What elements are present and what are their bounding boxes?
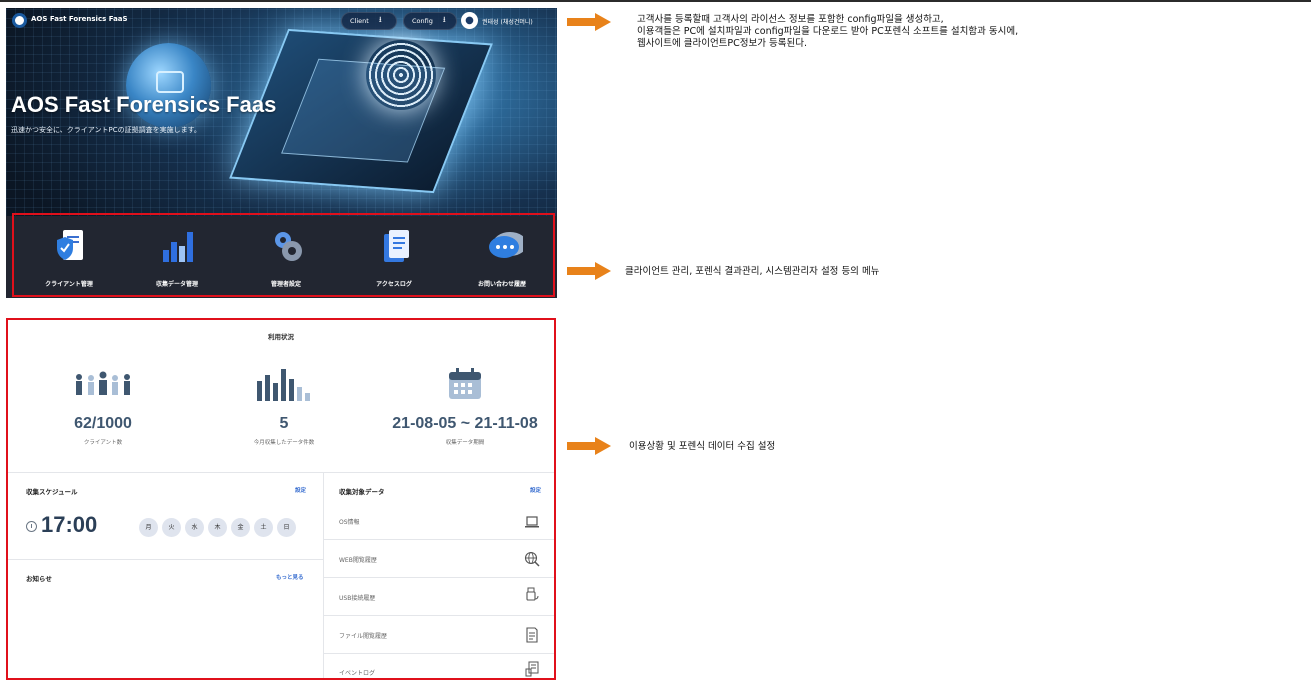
client-button-label: Client — [350, 17, 369, 25]
annotation-arrow-icon — [567, 262, 611, 280]
brand-name[interactable]: AOS Fast Forensics FaaS — [31, 15, 128, 23]
top-rule — [0, 0, 1311, 2]
download-icon: ⭳ — [378, 15, 382, 24]
download-icon: ⭳ — [442, 15, 446, 24]
config-button-label: Config — [412, 17, 433, 25]
brand-logo-icon[interactable] — [12, 13, 27, 28]
orb-screen-icon — [156, 71, 184, 93]
annotation-note: 클라이언트 관리, 포렌식 결과관리, 시스템관리자 설정 등의 메뉴 — [625, 266, 880, 277]
dashboard-highlight-box — [6, 318, 556, 680]
annotation-arrow-icon — [567, 437, 611, 455]
hero-subtitle: 迅速かつ安全に、クライアントPCの証拠調査を実施します。 — [11, 126, 201, 134]
annotation-line: 이용객들은 PC에 설치파일과 config파일을 다운로드 받아 PC포렌식 … — [637, 26, 1019, 37]
annotation-note: 고객사를 등록할때 고객사의 라이선스 정보를 포함한 config파일을 생성… — [637, 14, 1018, 50]
annotation-line: 웹사이트에 클라이언트PC정보가 등록된다. — [637, 38, 808, 49]
hero-title: AOS Fast Forensics Faas — [11, 92, 277, 117]
fingerprint-icon — [366, 40, 436, 110]
annotation-note: 이용상황 및 포렌식 데이터 수집 설정 — [629, 441, 776, 452]
top-nav: AOS Fast Forensics FaaS Client ⭳ Config … — [6, 8, 557, 34]
annotation-arrow-icon — [567, 13, 611, 31]
menu-highlight-box — [12, 213, 555, 297]
user-avatar-icon[interactable]: ● — [461, 12, 478, 29]
config-download-button[interactable]: Config ⭳ — [403, 12, 457, 30]
user-name[interactable]: 권태성 (채성건머니) — [482, 17, 533, 26]
annotation-line: 고객사를 등록할때 고객사의 라이선스 정보를 포함한 config파일을 생성… — [637, 14, 944, 25]
client-download-button[interactable]: Client ⭳ — [341, 12, 397, 30]
